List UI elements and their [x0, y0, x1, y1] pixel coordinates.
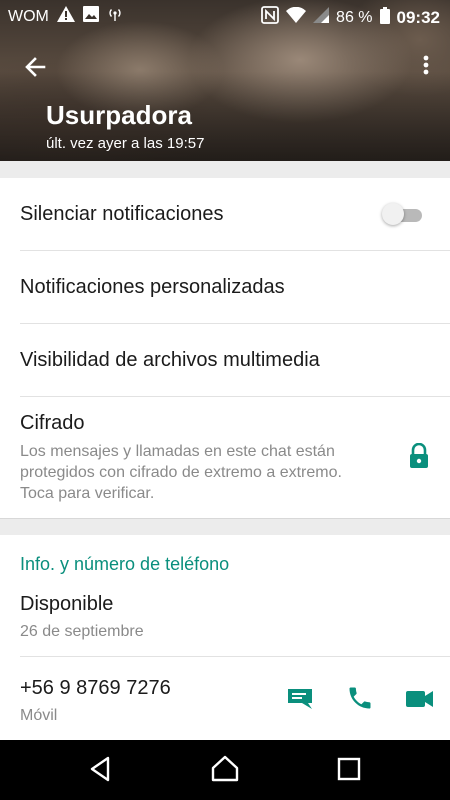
message-icon[interactable] — [286, 685, 316, 715]
about-status-row[interactable]: Disponible 26 de septiembre — [0, 585, 450, 655]
battery-label: 86 % — [336, 8, 373, 26]
info-section-title: Info. y número de teléfono — [20, 554, 230, 574]
wifi-icon — [286, 6, 307, 28]
nav-back-icon[interactable] — [86, 754, 116, 784]
section-gap — [0, 519, 450, 535]
custom-notifications-row[interactable]: Notificaciones personalizadas — [0, 251, 450, 323]
status-bar: WOM 86 % 09:32 — [0, 0, 450, 32]
encryption-line-2: protegidos con cifrado de extremo a extr… — [20, 464, 342, 481]
encryption-line-1: Los mensajes y llamadas en este chat est… — [20, 443, 335, 460]
nav-recents-icon[interactable] — [334, 754, 364, 784]
media-visibility-row[interactable]: Visibilidad de archivos multimedia — [0, 324, 450, 396]
nav-home-icon[interactable] — [210, 754, 240, 784]
more-vert-icon[interactable] — [420, 52, 432, 82]
phone-type: Móvil — [20, 707, 58, 724]
phone-number: +56 9 8769 7276 — [20, 677, 171, 699]
back-arrow-icon[interactable] — [20, 52, 50, 82]
contact-name: Usurpadora — [46, 100, 192, 130]
status-date: 26 de septiembre — [20, 623, 144, 640]
encryption-row[interactable]: Cifrado Los mensajes y llamadas en este … — [0, 397, 450, 518]
encryption-title: Cifrado — [20, 412, 85, 434]
toggle-thumb — [382, 203, 404, 225]
warning-icon — [56, 6, 75, 27]
signal-icon — [313, 7, 330, 28]
clock: 09:32 — [396, 7, 440, 27]
encryption-line-3: Toca para verificar. — [20, 485, 155, 502]
mute-toggle[interactable] — [382, 203, 422, 225]
toolbar — [0, 40, 450, 90]
last-seen: últ. vez ayer a las 19:57 — [46, 135, 205, 152]
hotspot-icon — [107, 6, 123, 27]
phone-icon[interactable] — [346, 684, 376, 714]
status-text: Disponible — [20, 593, 114, 615]
navigation-bar — [0, 740, 450, 800]
lock-icon — [407, 442, 437, 473]
media-visibility-label: Visibilidad de archivos multimedia — [20, 349, 320, 371]
phone-row[interactable]: +56 9 8769 7276 Móvil — [0, 657, 450, 740]
video-icon[interactable] — [405, 685, 435, 715]
carrier-label: WOM — [8, 7, 49, 25]
nfc-icon — [261, 6, 279, 29]
mute-label: Silenciar notificaciones — [20, 203, 224, 225]
battery-icon — [379, 6, 390, 29]
image-icon — [82, 6, 99, 27]
custom-notifications-label: Notificaciones personalizadas — [20, 276, 285, 298]
section-gap — [0, 161, 450, 178]
